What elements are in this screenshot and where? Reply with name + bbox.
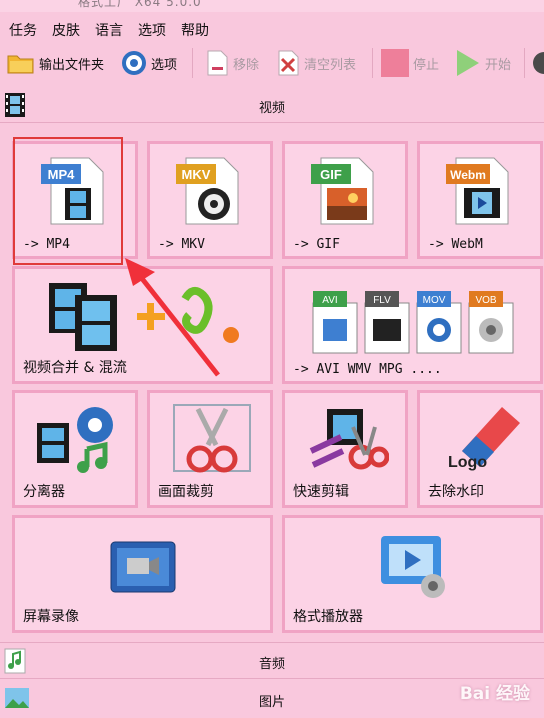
annotation-arrow bbox=[125, 258, 220, 377]
